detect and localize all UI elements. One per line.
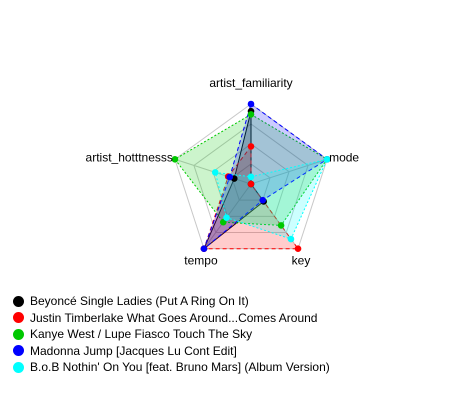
- data-point: [223, 214, 230, 221]
- legend-item: Beyoncé Single Ladies (Put A Ring On It): [13, 293, 330, 310]
- legend-item: B.o.B Nothin' On You [feat. Bruno Mars] …: [13, 359, 330, 376]
- axis-label-key: key: [292, 254, 311, 268]
- data-point: [259, 196, 267, 204]
- data-point: [247, 180, 255, 188]
- legend-marker: [13, 295, 24, 307]
- legend-marker: [13, 312, 24, 324]
- legend-label: Justin Timberlake What Goes Around...Com…: [30, 310, 318, 325]
- legend-label: Beyoncé Single Ladies (Put A Ring On It): [30, 294, 249, 309]
- data-point: [294, 245, 302, 253]
- data-point: [247, 143, 255, 150]
- axis-label-mode: mode: [329, 150, 359, 164]
- data-point: [211, 169, 219, 176]
- data-point: [247, 111, 255, 118]
- axis-label-artist_familiarity: artist_familiarity: [209, 76, 292, 90]
- axis-label-tempo: tempo: [184, 254, 218, 268]
- legend-label: B.o.B Nothin' On You [feat. Bruno Mars] …: [30, 360, 330, 375]
- legend-label: Kanye West / Lupe Fiasco Touch The Sky: [30, 327, 253, 342]
- legend: Beyoncé Single Ladies (Put A Ring On It)…: [13, 293, 330, 376]
- legend-label: Madonna Jump [Jacques Lu Cont Edit]: [30, 343, 237, 358]
- radar-chart: artist_familiaritymode key tempo artist_hot…: [86, 76, 360, 268]
- legend-marker: [13, 328, 24, 340]
- data-point: [247, 100, 255, 108]
- data-point: [287, 235, 295, 243]
- legend-marker: [13, 345, 24, 357]
- data-point: [247, 173, 255, 181]
- data-point: [200, 245, 208, 253]
- radar-series: [171, 100, 331, 253]
- legend-item: Kanye West / Lupe Fiasco Touch The Sky: [13, 326, 330, 343]
- legend-marker: [13, 361, 24, 373]
- legend-item: Madonna Jump [Jacques Lu Cont Edit]: [13, 343, 330, 360]
- legend-item: Justin Timberlake What Goes Around...Com…: [13, 310, 330, 327]
- axis-label-artist_hotttnesss: artist_hotttnesss: [86, 150, 173, 164]
- data-point: [226, 173, 233, 181]
- data-point: [277, 222, 285, 229]
